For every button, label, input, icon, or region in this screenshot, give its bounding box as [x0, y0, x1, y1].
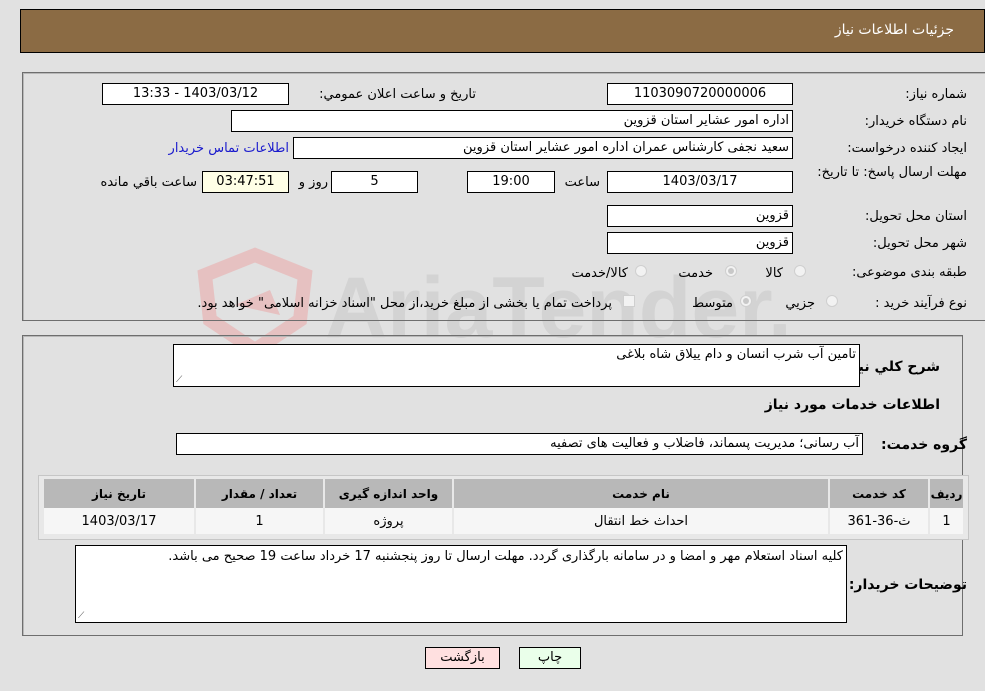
deadline-time-label: ساعت: [564, 175, 600, 190]
category-radio-service[interactable]: [725, 265, 737, 277]
table-header-row: ردیف کد خدمت نام خدمت واحد اندازه گیری ت…: [44, 479, 963, 508]
buyer-org-field: اداره امور عشایر استان قزوین: [231, 110, 793, 132]
need-number-label: شماره نیاز:: [905, 87, 967, 102]
treasury-checkbox[interactable]: [623, 295, 635, 307]
process-option-medium: متوسط: [692, 296, 733, 311]
buyer-org-label: نام دستگاه خریدار:: [864, 114, 967, 129]
cell-unit: پروژه: [325, 508, 452, 534]
announce-datetime-field: 1403/03/12 - 13:33: [102, 83, 289, 105]
time-remaining-field: 03:47:51: [202, 171, 289, 193]
category-option-service: خدمت: [678, 266, 713, 281]
days-label: روز و: [298, 175, 328, 190]
deadline-time-field: 19:00: [467, 171, 555, 193]
buyer-notes-textarea[interactable]: کلیه اسناد استعلام مهر و امضا و در سامان…: [75, 545, 847, 623]
category-option-goods: کالا: [765, 266, 783, 281]
deadline-date-field: 1403/03/17: [607, 171, 793, 193]
process-option-minor: جزیي: [785, 296, 815, 311]
service-group-label: گروه خدمت:: [881, 437, 967, 453]
purchase-process-label: نوع فرآیند خرید :: [875, 296, 967, 311]
deadline-label: مهلت ارسال پاسخ: تا تاریخ:: [817, 165, 967, 180]
province-field: قزوین: [607, 205, 793, 227]
buyer-notes-label: توضیحات خریدار:: [848, 577, 967, 593]
service-group-field: آب رسانی؛ مدیریت پسماند، فاضلاب و فعالیت…: [176, 433, 863, 455]
requester-label: ایجاد کننده درخواست:: [847, 141, 967, 156]
need-number-field: 1103090720000006: [607, 83, 793, 105]
col-row-number: ردیف: [930, 479, 963, 508]
page-title: جزئیات اطلاعات نیاز: [834, 22, 954, 38]
category-option-goods-service: کالا/خدمت: [571, 266, 628, 281]
cell-need-date: 1403/03/17: [44, 508, 194, 534]
print-button[interactable]: چاپ: [519, 647, 581, 669]
cell-service-code: ث-36-361: [830, 508, 928, 534]
resize-grip-icon[interactable]: ⟋: [78, 611, 84, 621]
buyer-contact-link[interactable]: اطلاعات تماس خریدار: [169, 141, 289, 156]
category-label: طبقه بندی موضوعی:: [851, 265, 967, 280]
services-section-title: اطلاعات خدمات مورد نیاز: [764, 397, 940, 413]
province-label: استان محل تحویل:: [865, 209, 967, 224]
category-radio-goods-service[interactable]: [635, 265, 647, 277]
process-radio-medium[interactable]: [740, 295, 752, 307]
col-service-code: کد خدمت: [830, 479, 928, 508]
col-unit: واحد اندازه گیری: [325, 479, 452, 508]
back-button[interactable]: بازگشت: [425, 647, 500, 669]
cell-service-name: احداث خط انتقال: [454, 508, 828, 534]
time-remaining-label: ساعت باقي مانده: [100, 175, 197, 190]
description-textarea-wrap: تامین آب شرب انسان و دام ییلاق شاه بلاغی…: [173, 344, 860, 387]
city-field: قزوین: [607, 232, 793, 254]
services-table: ردیف کد خدمت نام خدمت واحد اندازه گیری ت…: [38, 475, 969, 540]
table-row: 1 ث-36-361 احداث خط انتقال پروژه 1 1403/…: [44, 508, 963, 534]
cell-row-number: 1: [930, 508, 963, 534]
cell-quantity: 1: [196, 508, 323, 534]
resize-grip-icon[interactable]: ⟋: [176, 375, 182, 385]
col-service-name: نام خدمت: [454, 479, 828, 508]
col-need-date: تاریخ نیاز: [44, 479, 194, 508]
requester-field: سعید نجفی کارشناس عمران اداره امور عشایر…: [293, 137, 793, 159]
announce-datetime-label: تاریخ و ساعت اعلان عمومي:: [319, 87, 476, 102]
description-textarea[interactable]: تامین آب شرب انسان و دام ییلاق شاه بلاغی: [173, 344, 860, 387]
city-label: شهر محل تحویل:: [872, 236, 967, 251]
days-remaining-field: 5: [331, 171, 418, 193]
page-header: جزئیات اطلاعات نیاز: [20, 9, 985, 53]
category-radio-goods[interactable]: [794, 265, 806, 277]
buyer-notes-textarea-wrap: کلیه اسناد استعلام مهر و امضا و در سامان…: [75, 545, 847, 623]
treasury-note: پرداخت تمام یا بخشی از مبلغ خرید،از محل …: [197, 296, 612, 311]
process-radio-minor[interactable]: [826, 295, 838, 307]
col-quantity: تعداد / مقدار: [196, 479, 323, 508]
